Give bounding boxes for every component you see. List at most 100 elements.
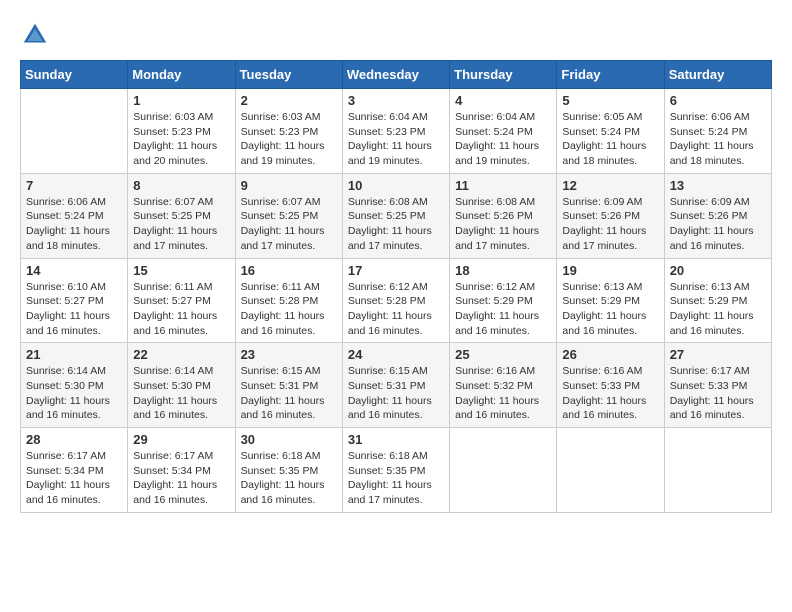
calendar-cell: 26 Sunrise: 6:16 AMSunset: 5:33 PMDayligh…: [557, 343, 664, 428]
day-number: 13: [670, 178, 766, 193]
day-number: 18: [455, 263, 551, 278]
calendar-cell: 24 Sunrise: 6:15 AMSunset: 5:31 PMDayligh…: [342, 343, 449, 428]
calendar-cell: 16 Sunrise: 6:11 AMSunset: 5:28 PMDayligh…: [235, 258, 342, 343]
logo: [20, 20, 56, 50]
day-number: 24: [348, 347, 444, 362]
calendar-cell: 7Sunrise: 6:06 AMSunset: 5:24 PMDaylight…: [21, 173, 128, 258]
calendar-week-row: 14 Sunrise: 6:10 AMSunset: 5:27 PMDayligh…: [21, 258, 772, 343]
day-number: 25: [455, 347, 551, 362]
day-info: Sunrise: 6:11 AMSunset: 5:28 PMDaylight:…: [241, 280, 337, 339]
day-info: Sunrise: 6:03 AMSunset: 5:23 PMDaylight:…: [133, 110, 229, 169]
calendar-cell: [557, 428, 664, 513]
calendar-cell: 25 Sunrise: 6:16 AMSunset: 5:32 PMDayligh…: [450, 343, 557, 428]
calendar-week-row: 1 Sunrise: 6:03 AMSunset: 5:23 PMDaylight…: [21, 89, 772, 174]
day-number: 29: [133, 432, 229, 447]
calendar-cell: 31 Sunrise: 6:18 AMSunset: 5:35 PMDayligh…: [342, 428, 449, 513]
weekday-header-monday: Monday: [128, 61, 235, 89]
day-number: 11: [455, 178, 551, 193]
day-info: Sunrise: 6:15 AMSunset: 5:31 PMDaylight:…: [241, 364, 337, 423]
day-number: 31: [348, 432, 444, 447]
day-number: 9: [241, 178, 337, 193]
calendar-cell: 13 Sunrise: 6:09 AMSunset: 5:26 PMDayligh…: [664, 173, 771, 258]
day-info: Sunrise: 6:13 AMSunset: 5:29 PMDaylight:…: [670, 280, 766, 339]
day-number: 22: [133, 347, 229, 362]
calendar-cell: 6 Sunrise: 6:06 AMSunset: 5:24 PMDaylight…: [664, 89, 771, 174]
calendar-cell: 11 Sunrise: 6:08 AMSunset: 5:26 PMDayligh…: [450, 173, 557, 258]
calendar-cell: 4 Sunrise: 6:04 AMSunset: 5:24 PMDaylight…: [450, 89, 557, 174]
day-number: 1: [133, 93, 229, 108]
day-info: Sunrise: 6:14 AMSunset: 5:30 PMDaylight:…: [26, 364, 122, 423]
day-number: 4: [455, 93, 551, 108]
day-info: Sunrise: 6:06 AMSunset: 5:24 PMDaylight:…: [670, 110, 766, 169]
day-info: Sunrise: 6:17 AMSunset: 5:33 PMDaylight:…: [670, 364, 766, 423]
weekday-header-thursday: Thursday: [450, 61, 557, 89]
day-info: Sunrise: 6:10 AMSunset: 5:27 PMDaylight:…: [26, 280, 122, 339]
day-info: Sunrise: 6:04 AMSunset: 5:23 PMDaylight:…: [348, 110, 444, 169]
calendar-cell: 22Sunrise: 6:14 AMSunset: 5:30 PMDayligh…: [128, 343, 235, 428]
calendar-cell: [21, 89, 128, 174]
calendar-cell: 23Sunrise: 6:15 AMSunset: 5:31 PMDayligh…: [235, 343, 342, 428]
day-info: Sunrise: 6:18 AMSunset: 5:35 PMDaylight:…: [241, 449, 337, 508]
calendar-cell: 19 Sunrise: 6:13 AMSunset: 5:29 PMDayligh…: [557, 258, 664, 343]
day-number: 5: [562, 93, 658, 108]
day-info: Sunrise: 6:18 AMSunset: 5:35 PMDaylight:…: [348, 449, 444, 508]
day-number: 8: [133, 178, 229, 193]
calendar-cell: 20 Sunrise: 6:13 AMSunset: 5:29 PMDayligh…: [664, 258, 771, 343]
calendar-week-row: 7Sunrise: 6:06 AMSunset: 5:24 PMDaylight…: [21, 173, 772, 258]
day-number: 19: [562, 263, 658, 278]
calendar-cell: 17 Sunrise: 6:12 AMSunset: 5:28 PMDayligh…: [342, 258, 449, 343]
calendar-week-row: 21 Sunrise: 6:14 AMSunset: 5:30 PMDayligh…: [21, 343, 772, 428]
day-number: 16: [241, 263, 337, 278]
day-info: Sunrise: 6:16 AMSunset: 5:32 PMDaylight:…: [455, 364, 551, 423]
day-info: Sunrise: 6:11 AMSunset: 5:27 PMDaylight:…: [133, 280, 229, 339]
page-header: [20, 20, 772, 50]
day-number: 3: [348, 93, 444, 108]
calendar-cell: 12Sunrise: 6:09 AMSunset: 5:26 PMDayligh…: [557, 173, 664, 258]
day-info: Sunrise: 6:04 AMSunset: 5:24 PMDaylight:…: [455, 110, 551, 169]
calendar-week-row: 28 Sunrise: 6:17 AMSunset: 5:34 PMDayligh…: [21, 428, 772, 513]
day-info: Sunrise: 6:15 AMSunset: 5:31 PMDaylight:…: [348, 364, 444, 423]
day-info: Sunrise: 6:12 AMSunset: 5:28 PMDaylight:…: [348, 280, 444, 339]
day-number: 15: [133, 263, 229, 278]
day-info: Sunrise: 6:08 AMSunset: 5:25 PMDaylight:…: [348, 195, 444, 254]
weekday-header-wednesday: Wednesday: [342, 61, 449, 89]
day-number: 10: [348, 178, 444, 193]
day-info: Sunrise: 6:17 AMSunset: 5:34 PMDaylight:…: [26, 449, 122, 508]
day-info: Sunrise: 6:08 AMSunset: 5:26 PMDaylight:…: [455, 195, 551, 254]
calendar-cell: 10 Sunrise: 6:08 AMSunset: 5:25 PMDayligh…: [342, 173, 449, 258]
day-info: Sunrise: 6:16 AMSunset: 5:33 PMDaylight:…: [562, 364, 658, 423]
day-number: 28: [26, 432, 122, 447]
day-info: Sunrise: 6:07 AMSunset: 5:25 PMDaylight:…: [133, 195, 229, 254]
day-number: 2: [241, 93, 337, 108]
weekday-header-saturday: Saturday: [664, 61, 771, 89]
day-info: Sunrise: 6:05 AMSunset: 5:24 PMDaylight:…: [562, 110, 658, 169]
day-number: 20: [670, 263, 766, 278]
weekday-header-tuesday: Tuesday: [235, 61, 342, 89]
day-number: 30: [241, 432, 337, 447]
day-number: 21: [26, 347, 122, 362]
day-number: 14: [26, 263, 122, 278]
day-number: 26: [562, 347, 658, 362]
weekday-header-friday: Friday: [557, 61, 664, 89]
calendar-table: SundayMondayTuesdayWednesdayThursdayFrid…: [20, 60, 772, 513]
day-info: Sunrise: 6:13 AMSunset: 5:29 PMDaylight:…: [562, 280, 658, 339]
day-info: Sunrise: 6:07 AMSunset: 5:25 PMDaylight:…: [241, 195, 337, 254]
day-number: 27: [670, 347, 766, 362]
weekday-header-sunday: Sunday: [21, 61, 128, 89]
calendar-cell: 15 Sunrise: 6:11 AMSunset: 5:27 PMDayligh…: [128, 258, 235, 343]
day-info: Sunrise: 6:12 AMSunset: 5:29 PMDaylight:…: [455, 280, 551, 339]
calendar-cell: 27 Sunrise: 6:17 AMSunset: 5:33 PMDayligh…: [664, 343, 771, 428]
calendar-cell: 8 Sunrise: 6:07 AMSunset: 5:25 PMDaylight…: [128, 173, 235, 258]
calendar-cell: 1 Sunrise: 6:03 AMSunset: 5:23 PMDaylight…: [128, 89, 235, 174]
calendar-cell: 18 Sunrise: 6:12 AMSunset: 5:29 PMDayligh…: [450, 258, 557, 343]
day-info: Sunrise: 6:09 AMSunset: 5:26 PMDaylight:…: [670, 195, 766, 254]
calendar-cell: [664, 428, 771, 513]
day-number: 17: [348, 263, 444, 278]
day-info: Sunrise: 6:03 AMSunset: 5:23 PMDaylight:…: [241, 110, 337, 169]
logo-icon: [20, 20, 50, 50]
day-number: 6: [670, 93, 766, 108]
day-number: 7: [26, 178, 122, 193]
calendar-cell: 5 Sunrise: 6:05 AMSunset: 5:24 PMDaylight…: [557, 89, 664, 174]
calendar-cell: 9 Sunrise: 6:07 AMSunset: 5:25 PMDaylight…: [235, 173, 342, 258]
calendar-cell: 21 Sunrise: 6:14 AMSunset: 5:30 PMDayligh…: [21, 343, 128, 428]
